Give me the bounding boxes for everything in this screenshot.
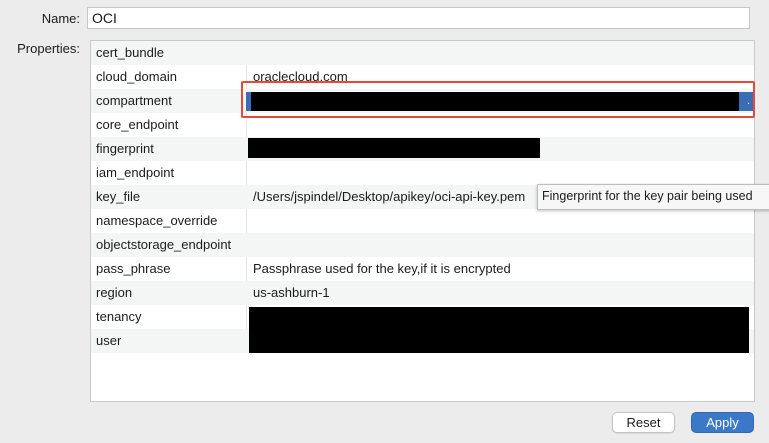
property-row-iam-endpoint[interactable]: iam_endpoint [91,161,754,185]
property-key: cloud_domain [96,69,177,84]
property-key: pass_phrase [96,261,171,276]
property-key: fingerprint [96,141,154,156]
redacted-value [251,92,739,111]
property-row-compartment[interactable]: compartment . [91,89,754,113]
apply-button[interactable]: Apply [691,412,754,433]
property-value[interactable]: oraclecloud.com [253,69,348,84]
property-key: compartment [96,93,172,108]
property-key: key_file [96,189,141,204]
name-input[interactable] [87,7,750,29]
property-row-namespace-override[interactable]: namespace_override [91,209,754,233]
property-value[interactable]: /Users/jspindel/Desktop/apikey/oci-api-k… [253,189,525,204]
property-key: iam_endpoint [96,165,175,180]
property-value[interactable]: Passphrase used for the key,if it is enc… [253,261,511,276]
reset-button[interactable]: Reset [612,412,675,433]
name-label: Name: [41,11,80,26]
property-row-region[interactable]: region us-ashburn-1 [91,281,754,305]
properties-table: cert_bundle cloud_domain oraclecloud.com… [90,40,755,402]
property-key: region [96,285,133,300]
more-indicator-icon: . [746,95,750,107]
redacted-value [248,138,540,158]
property-row-objectstorage-endpoint[interactable]: objectstorage_endpoint [91,233,754,257]
property-row-cert-bundle[interactable]: cert_bundle [91,41,754,65]
property-key: namespace_override [96,213,218,228]
property-key: tenancy [96,309,142,324]
property-row-cloud-domain[interactable]: cloud_domain oraclecloud.com [91,65,754,89]
redacted-tenancy-user-values [249,307,749,353]
property-key: cert_bundle [96,45,164,60]
properties-label: Properties: [17,41,80,56]
property-row-fingerprint[interactable]: fingerprint [91,137,754,161]
fingerprint-tooltip: Fingerprint for the key pair being used [537,184,769,210]
compartment-value-editor[interactable]: . [246,92,754,111]
property-key: objectstorage_endpoint [96,237,232,252]
property-row-pass-phrase[interactable]: pass_phrase Passphrase used for the key,… [91,257,754,281]
property-key: core_endpoint [96,117,179,132]
property-row-core-endpoint[interactable]: core_endpoint [91,113,754,137]
property-value[interactable]: us-ashburn-1 [253,285,330,300]
property-key: user [96,333,122,348]
